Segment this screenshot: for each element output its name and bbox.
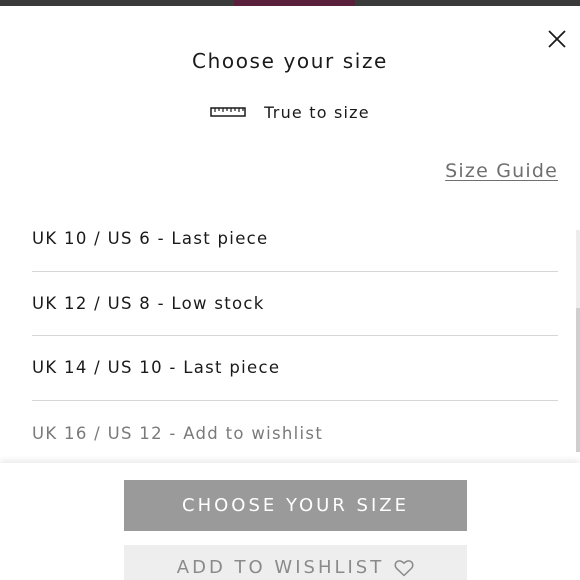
size-list: UK 10 / US 6 - Last piece UK 12 / US 8 -… — [32, 207, 558, 465]
size-option-uk14[interactable]: UK 14 / US 10 - Last piece — [32, 336, 558, 401]
fit-indicator: True to size — [0, 101, 580, 123]
size-option-uk16[interactable]: UK 16 / US 12 - Add to wishlist — [32, 401, 558, 466]
scrollbar-thumb[interactable] — [576, 308, 580, 452]
add-to-wishlist-button[interactable]: ADD TO WISHLIST — [124, 545, 467, 580]
product-image-swatch — [234, 0, 355, 6]
size-option-uk12[interactable]: UK 12 / US 8 - Low stock — [32, 272, 558, 337]
close-icon — [548, 30, 566, 48]
fit-label: True to size — [264, 102, 370, 122]
choose-size-button[interactable]: CHOOSE YOUR SIZE — [124, 480, 467, 531]
close-button[interactable] — [545, 27, 569, 51]
ruler-icon — [210, 107, 246, 117]
wishlist-label: ADD TO WISHLIST — [176, 557, 385, 578]
size-option-uk10[interactable]: UK 10 / US 6 - Last piece — [32, 207, 558, 272]
heart-icon — [394, 560, 414, 577]
product-image-strip — [0, 0, 580, 6]
page-title: Choose your size — [192, 49, 388, 73]
size-guide-link[interactable]: Size Guide — [445, 160, 558, 182]
